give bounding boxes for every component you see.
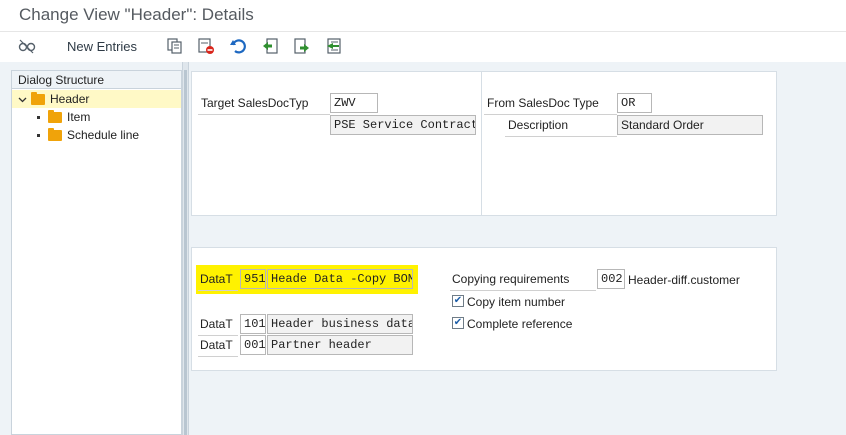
undo-icon[interactable] bbox=[227, 35, 249, 57]
tree-item-label: Header bbox=[50, 92, 90, 106]
target-doc-type-label: Target SalesDocTyp bbox=[198, 96, 330, 115]
select-icon[interactable] bbox=[323, 35, 345, 57]
copy-item-number-checkbox[interactable]: ✔ bbox=[452, 295, 464, 307]
splitter-grip[interactable] bbox=[184, 70, 187, 435]
delete-icon[interactable] bbox=[195, 35, 217, 57]
tree-item-label: Item bbox=[67, 110, 91, 124]
target-doc-type-field[interactable]: ZWV bbox=[330, 93, 378, 113]
page-title: Change View "Header": Details bbox=[19, 5, 254, 24]
title-bar: Change View "Header": Details bbox=[0, 0, 846, 32]
tree-item-schedule-line[interactable]: Schedule line bbox=[12, 126, 139, 144]
bullet-icon bbox=[37, 115, 40, 119]
complete-reference-checkbox[interactable]: ✔ bbox=[452, 317, 464, 329]
folder-icon bbox=[48, 109, 62, 123]
copying-requirements-field[interactable]: 002 bbox=[597, 269, 625, 289]
datat-description-field: Heade Data -Copy BOM bbox=[267, 269, 413, 289]
source-doc-type-label: From SalesDoc Type bbox=[484, 96, 617, 115]
copy-item-number-label: Copy item number bbox=[467, 295, 566, 309]
copy-icon[interactable] bbox=[163, 35, 185, 57]
tree-item-header[interactable]: Header bbox=[12, 90, 181, 108]
new-entries-button[interactable]: New Entries bbox=[60, 35, 144, 57]
dialog-structure-panel: Dialog Structure Header Item Schedule li… bbox=[11, 70, 182, 435]
doc-type-section bbox=[191, 71, 777, 216]
display-change-icon[interactable] bbox=[15, 35, 39, 57]
datat-description-field: Partner header bbox=[267, 335, 413, 355]
section-divider bbox=[481, 72, 482, 215]
datat-label: DataT bbox=[198, 317, 238, 336]
toolbar: New Entries bbox=[0, 32, 846, 62]
target-description-field: PSE Service Contract bbox=[330, 115, 476, 135]
chevron-down-icon[interactable] bbox=[18, 95, 27, 104]
next-entry-icon[interactable] bbox=[291, 35, 313, 57]
complete-reference-label: Complete reference bbox=[467, 317, 573, 331]
folder-icon bbox=[31, 91, 45, 105]
datat-code-field[interactable]: 101 bbox=[240, 314, 266, 334]
source-doc-type-field[interactable]: OR bbox=[617, 93, 652, 113]
datat-label: DataT bbox=[198, 272, 238, 291]
bullet-icon bbox=[37, 133, 40, 137]
datat-description-field: Header business data bbox=[267, 314, 413, 334]
datat-code-field[interactable]: 001 bbox=[240, 335, 266, 355]
source-description-label: Description bbox=[505, 118, 617, 137]
folder-icon bbox=[48, 127, 62, 141]
previous-entry-icon[interactable] bbox=[259, 35, 281, 57]
datat-label: DataT bbox=[198, 338, 238, 357]
datat-code-field[interactable]: 951 bbox=[240, 269, 266, 289]
tree-item-item[interactable]: Item bbox=[12, 108, 90, 126]
tree-item-label: Schedule line bbox=[67, 128, 140, 142]
copying-requirements-label: Copying requirements bbox=[450, 272, 596, 291]
dialog-structure-title: Dialog Structure bbox=[12, 71, 181, 89]
new-entries-label: New Entries bbox=[66, 38, 138, 54]
source-description-field: Standard Order bbox=[617, 115, 763, 135]
copying-requirements-text: Header-diff.customer bbox=[628, 273, 740, 287]
